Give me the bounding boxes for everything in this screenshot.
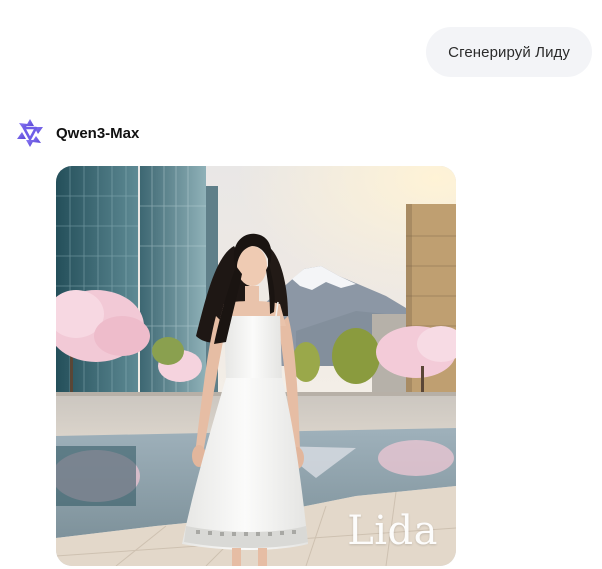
image-watermark: Lida <box>347 508 438 554</box>
assistant-header: Qwen3-Max <box>14 117 139 149</box>
user-message-bubble: Сгенерируй Лиду <box>426 27 592 77</box>
generated-image[interactable]: Lida <box>56 166 456 566</box>
generated-photo <box>56 166 456 566</box>
chat-view: Сгенерируй Лиду Qwen3-Max Lida <box>0 0 602 569</box>
assistant-name: Qwen3-Max <box>56 124 140 142</box>
qwen-logo-icon <box>17 119 43 147</box>
user-message-text: Сгенерируй Лиду <box>448 43 570 61</box>
